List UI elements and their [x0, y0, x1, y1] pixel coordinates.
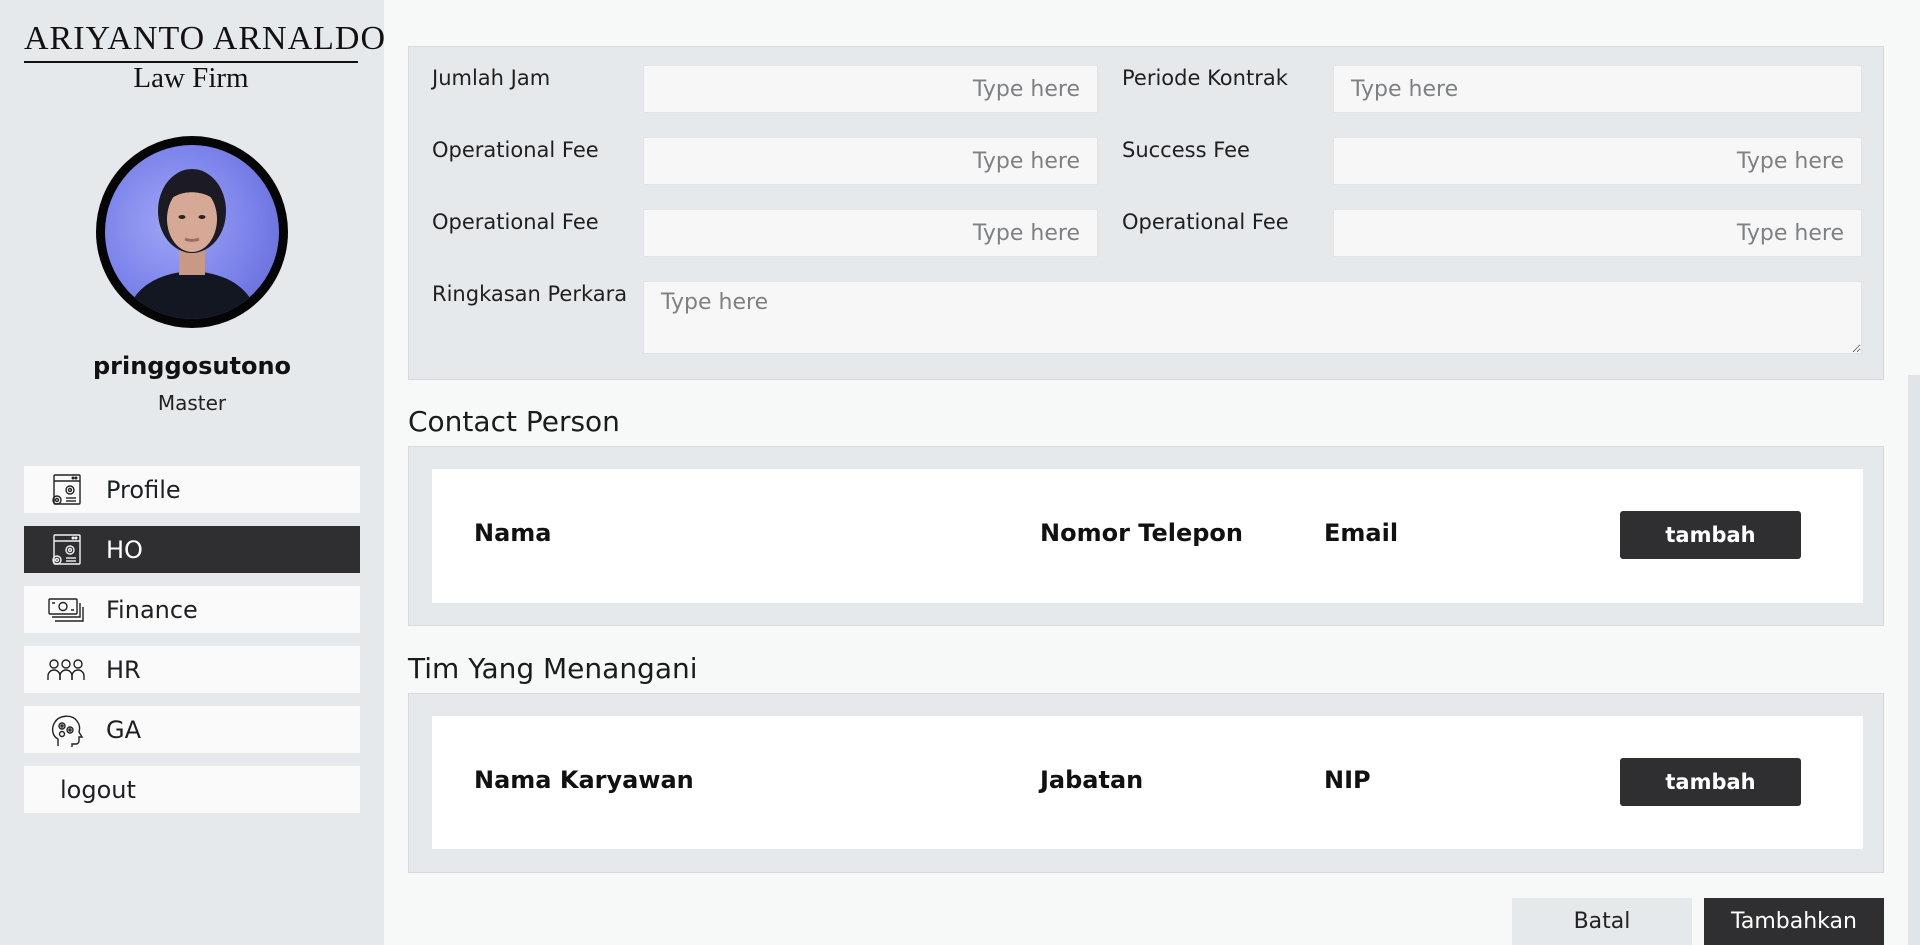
scrollbar-track[interactable] [1908, 375, 1920, 945]
team-title: Tim Yang Menangani [408, 652, 698, 685]
settings-page-icon [46, 530, 86, 570]
avatar [96, 136, 288, 328]
column-header-nama: Nama [474, 519, 552, 547]
avatar-portrait-image [125, 169, 259, 319]
operational-fee-input[interactable] [643, 137, 1098, 185]
periode-kontrak-input[interactable] [1333, 65, 1862, 113]
jumlah-jam-input[interactable] [643, 65, 1098, 113]
head-gears-icon [46, 710, 86, 750]
operational-fee-input[interactable] [643, 209, 1098, 257]
column-header-email: Email [1324, 519, 1399, 547]
operational-fee-label: Operational Fee [432, 210, 599, 234]
people-group-icon [46, 650, 86, 690]
jumlah-jam-label: Jumlah Jam [432, 66, 551, 90]
contact-person-title: Contact Person [408, 405, 620, 438]
periode-kontrak-label: Periode Kontrak [1122, 66, 1288, 90]
ringkasan-perkara-label: Ringkasan Perkara [432, 282, 628, 306]
column-header-nama-karyawan: Nama Karyawan [474, 766, 694, 794]
contact-person-table-header: Nama Nomor Telepon Email tambah [432, 469, 1863, 603]
user-role: Master [157, 391, 227, 415]
firm-name: ARIYANTO ARNALDO [24, 20, 386, 57]
firm-subtitle: Law Firm [133, 62, 249, 94]
ringkasan-perkara-textarea[interactable] [643, 281, 1862, 354]
column-header-nomor-telepon: Nomor Telepon [1040, 519, 1243, 547]
user-name: pringgosutono [92, 352, 292, 380]
operational-fee-label: Operational Fee [432, 138, 599, 162]
top-bar [384, 0, 1908, 46]
team-panel: Nama Karyawan Jabatan NIP tambah [408, 693, 1884, 873]
sidebar-item-label: Finance [106, 595, 198, 624]
sidebar-item-label: HO [106, 535, 143, 564]
contact-person-panel: Nama Nomor Telepon Email tambah [408, 446, 1884, 626]
sidebar-item-label: GA [106, 715, 142, 744]
settings-page-icon [46, 470, 86, 510]
sidebar-item-finance[interactable]: Finance [24, 586, 360, 633]
sidebar: ARIYANTO ARNALDO Law Firm pringgosutono … [0, 0, 386, 945]
sidebar-item-ga[interactable]: GA [24, 706, 360, 753]
column-header-jabatan: Jabatan [1040, 766, 1144, 794]
sidebar-item-hr[interactable]: HR [24, 646, 360, 693]
firm-logo: ARIYANTO ARNALDO Law Firm [24, 18, 386, 94]
sidebar-item-ho[interactable]: HO [24, 526, 360, 573]
operational-fee-label: Operational Fee [1122, 210, 1289, 234]
submit-button[interactable]: Tambahkan [1704, 898, 1884, 945]
logout-button[interactable]: logout [24, 766, 360, 813]
logout-label: logout [60, 775, 136, 804]
sidebar-item-label: HR [106, 655, 141, 684]
success-fee-input[interactable] [1333, 137, 1862, 185]
sidebar-item-profile[interactable]: Profile [24, 466, 360, 513]
add-team-member-button[interactable]: tambah [1620, 758, 1801, 806]
team-table-header: Nama Karyawan Jabatan NIP tambah [432, 716, 1863, 849]
operational-fee-input[interactable] [1333, 209, 1862, 257]
success-fee-label: Success Fee [1122, 138, 1250, 162]
cancel-button[interactable]: Batal [1512, 898, 1692, 945]
sidebar-item-label: Profile [106, 475, 181, 504]
contract-form-panel: Jumlah Jam Periode Kontrak Operational F… [408, 46, 1884, 380]
money-stack-icon [46, 590, 86, 630]
add-contact-button[interactable]: tambah [1620, 511, 1801, 559]
column-header-nip: NIP [1324, 766, 1371, 794]
